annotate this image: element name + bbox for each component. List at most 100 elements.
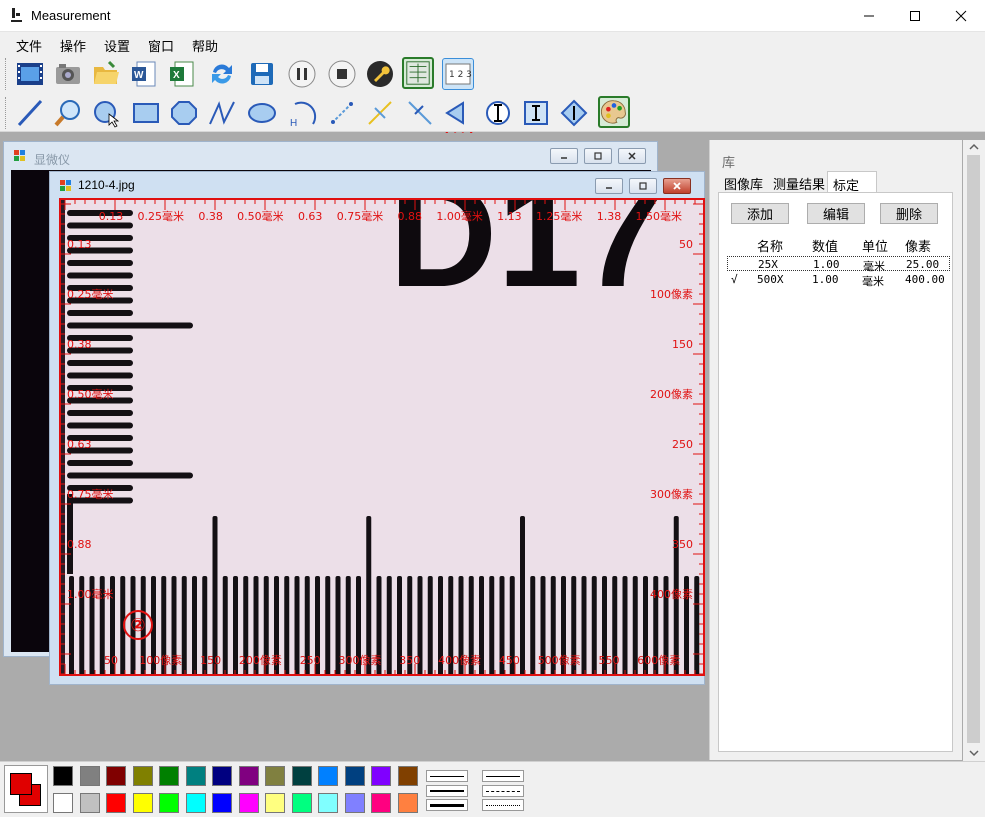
save-button[interactable]	[246, 58, 278, 90]
foreground-color-swatch[interactable]	[10, 773, 32, 795]
color-swatch-top-5[interactable]	[185, 766, 206, 786]
color-swatch-top-0[interactable]	[53, 766, 73, 786]
capture-button[interactable]	[52, 58, 84, 90]
menu-window[interactable]: 窗口	[148, 36, 174, 55]
color-swatch-bottom-6[interactable]	[212, 793, 232, 813]
arc-tool-button[interactable]: H	[286, 97, 318, 129]
zoom-button[interactable]	[52, 97, 84, 129]
line-style-dotted[interactable]	[482, 799, 524, 811]
color-swatch-bottom-5[interactable]	[185, 793, 206, 813]
scroll-up-arrow-icon[interactable]	[969, 143, 979, 151]
scrollbar-thumb[interactable]	[967, 155, 980, 743]
color-swatch-top-9[interactable]	[291, 766, 312, 786]
color-swatch-top-4[interactable]	[159, 766, 179, 786]
line-tool-button[interactable]	[14, 97, 46, 129]
color-swatch-bottom-0[interactable]	[53, 793, 73, 813]
point-line-tool-button[interactable]	[364, 97, 396, 129]
menu-file[interactable]: 文件	[16, 36, 42, 55]
color-swatch-bottom-11[interactable]	[344, 793, 365, 813]
ruler-button[interactable]	[402, 57, 434, 89]
refresh-button[interactable]	[206, 58, 238, 90]
tab-calibration[interactable]: 标定	[827, 171, 877, 193]
edit-calibration-button[interactable]: 编辑	[807, 203, 865, 224]
image-minimize-button[interactable]	[595, 178, 623, 194]
diamond-tool-button[interactable]	[558, 97, 590, 129]
color-swatch-bottom-1[interactable]	[79, 793, 100, 813]
image-restore-button[interactable]	[629, 178, 657, 194]
line-width-medium[interactable]	[426, 785, 468, 797]
maximize-button[interactable]	[892, 0, 938, 31]
color-swatch-top-13[interactable]	[397, 766, 418, 786]
microscope-restore-button[interactable]	[584, 148, 612, 164]
tab-measure-results[interactable]: 测量结果	[768, 171, 830, 192]
vertical-scrollbar[interactable]	[963, 140, 985, 761]
line-style-dashdot[interactable]	[482, 785, 524, 797]
column-value[interactable]: 数值	[812, 236, 838, 255]
color-swatch-top-1[interactable]	[79, 766, 100, 786]
angle-tool-button[interactable]	[404, 97, 436, 129]
column-pixels[interactable]: 像素	[905, 236, 931, 255]
color-swatch-bottom-7[interactable]	[238, 793, 259, 813]
palette-button[interactable]	[598, 96, 630, 128]
open-button[interactable]	[90, 58, 122, 90]
toolbar-grip[interactable]	[5, 58, 8, 90]
pause-button[interactable]	[286, 58, 318, 90]
line-width-thick[interactable]	[426, 799, 468, 811]
line-width-thin[interactable]	[426, 770, 468, 782]
microscope-close-button[interactable]	[618, 148, 646, 164]
specimen-tick-left	[67, 410, 133, 416]
microscope-minimize-button[interactable]	[550, 148, 578, 164]
add-calibration-button[interactable]: 添加	[731, 203, 789, 224]
row-check[interactable]: √	[731, 273, 738, 286]
close-button[interactable]	[938, 0, 984, 31]
tab-image-library[interactable]: 图像库	[719, 171, 768, 192]
distance-tool-button[interactable]	[326, 97, 358, 129]
column-unit[interactable]: 单位	[862, 236, 888, 255]
circle-tool-button[interactable]	[90, 97, 122, 129]
vertical-distance-button[interactable]	[482, 97, 514, 129]
menu-operate[interactable]: 操作	[60, 36, 86, 55]
polyline-tool-button[interactable]	[206, 97, 238, 129]
image-close-button[interactable]	[663, 178, 691, 194]
polygon-tool-button[interactable]	[168, 97, 200, 129]
export-excel-button[interactable]: X	[166, 58, 198, 90]
ellipse-tool-button[interactable]	[246, 97, 278, 129]
menu-settings[interactable]: 设置	[104, 36, 130, 55]
color-swatch-top-8[interactable]	[265, 766, 285, 786]
triangle-tool-button[interactable]	[442, 97, 474, 129]
table-row[interactable]: √ 500X 1.00 毫米 400.00	[727, 272, 950, 288]
color-swatch-bottom-9[interactable]	[291, 793, 312, 813]
color-swatch-bottom-2[interactable]	[106, 793, 126, 813]
color-swatch-top-6[interactable]	[212, 766, 232, 786]
color-swatch-top-10[interactable]	[318, 766, 338, 786]
image-window[interactable]: 1210-4.jpg D17 0.13 0.25毫米 0.38 0.50毫米 0.63 0…	[49, 171, 705, 685]
video-button[interactable]	[14, 58, 46, 90]
color-swatch-bottom-3[interactable]	[132, 793, 153, 813]
toolbar-grip-2[interactable]	[5, 97, 8, 129]
line-style-solid[interactable]	[482, 770, 524, 782]
menu-help[interactable]: 帮助	[192, 36, 218, 55]
export-word-button[interactable]: W	[128, 58, 160, 90]
color-swatch-bottom-13[interactable]	[397, 793, 418, 813]
rectangle-tool-button[interactable]	[130, 97, 162, 129]
specimen-image[interactable]: D17 0.13 0.25毫米 0.38 0.50毫米 0.63 0.75毫米 0.88 1.…	[59, 198, 705, 676]
stop-button[interactable]	[326, 58, 358, 90]
column-name[interactable]: 名称	[757, 236, 783, 255]
color-swatch-bottom-4[interactable]	[159, 793, 179, 813]
minimize-button[interactable]	[846, 0, 892, 31]
scroll-down-arrow-icon[interactable]	[969, 749, 979, 757]
color-swatch-bottom-8[interactable]	[265, 793, 285, 813]
current-color-box[interactable]	[4, 765, 48, 813]
table-row[interactable]: 25X 1.00 毫米 25.00	[727, 256, 950, 273]
color-swatch-top-3[interactable]	[132, 766, 153, 786]
settings-button[interactable]	[364, 58, 396, 90]
delete-calibration-button[interactable]: 删除	[880, 203, 938, 224]
color-swatch-top-11[interactable]	[344, 766, 365, 786]
calibrate-button[interactable]: 1 2 3	[442, 58, 474, 90]
height-tool-button[interactable]	[520, 97, 552, 129]
color-swatch-top-2[interactable]	[106, 766, 126, 786]
color-swatch-bottom-12[interactable]	[371, 793, 391, 813]
color-swatch-top-12[interactable]	[371, 766, 391, 786]
color-swatch-bottom-10[interactable]	[318, 793, 338, 813]
color-swatch-top-7[interactable]	[238, 766, 259, 786]
